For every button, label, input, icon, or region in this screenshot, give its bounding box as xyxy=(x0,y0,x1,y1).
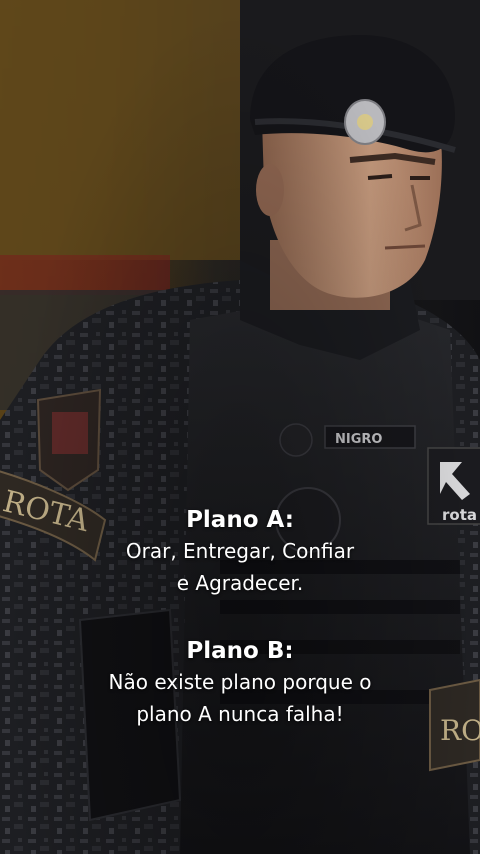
plan-b-block: Plano B: Não existe plano porque o plano… xyxy=(0,636,480,730)
plan-b-line-1: Não existe plano porque o xyxy=(108,670,372,694)
plan-b-line-2: plano A nunca falha! xyxy=(136,702,344,726)
ear xyxy=(256,164,284,216)
wall-gold-panel xyxy=(0,0,240,260)
photo-frame: ROTA NIGRO rota RO Plano A: Orar, Entreg… xyxy=(0,0,480,854)
mouth xyxy=(384,244,426,250)
plan-a-title: Plano A: xyxy=(186,507,294,533)
plan-a-line-2: e Agradecer. xyxy=(176,571,304,595)
eye xyxy=(367,174,393,180)
red-vehicle-blur xyxy=(0,255,170,295)
plan-a-block: Plano A: Orar, Entregar, Confiar e Agrad… xyxy=(0,505,480,599)
plan-a-line-1: Orar, Entregar, Confiar xyxy=(125,539,355,563)
plan-b-title: Plano B: xyxy=(186,638,294,664)
name-tape-text: NIGRO xyxy=(335,432,382,447)
